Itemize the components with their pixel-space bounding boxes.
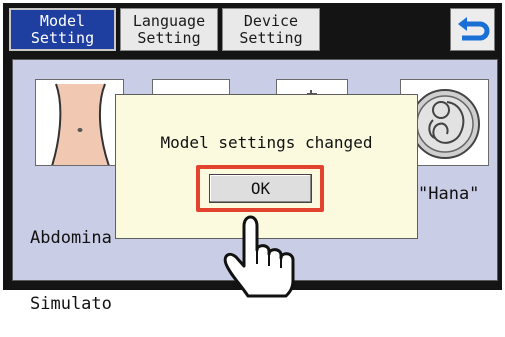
tab-language-setting[interactable]: Language Setting	[120, 8, 218, 51]
model-label-line2: Simulato	[30, 294, 112, 314]
abdomen-icon	[51, 83, 110, 165]
pointing-hand-icon	[223, 215, 295, 298]
back-button[interactable]	[450, 8, 495, 51]
tab-label-line2: Setting	[239, 28, 303, 47]
tab-device-setting[interactable]: Device Setting	[222, 8, 320, 51]
ok-button[interactable]: OK	[209, 174, 312, 203]
tab-label-line1: Device	[243, 11, 299, 30]
tab-label-line1: Language	[132, 11, 206, 30]
back-arrow-icon	[457, 16, 489, 40]
dialog-message: Model settings changed	[160, 133, 373, 152]
tab-label-line2: Setting	[30, 28, 95, 47]
model-label-abdominal: Abdomina Simulato	[30, 183, 112, 337]
tab-label-line1: Model	[39, 11, 86, 30]
model-label-line1: Abdomina	[30, 228, 112, 248]
model-card-abdominal[interactable]	[35, 79, 124, 166]
model-label-hana: "Hana"	[418, 184, 480, 204]
tab-model-setting[interactable]: Model Setting	[9, 8, 116, 51]
tab-label-line2: Setting	[137, 28, 201, 47]
